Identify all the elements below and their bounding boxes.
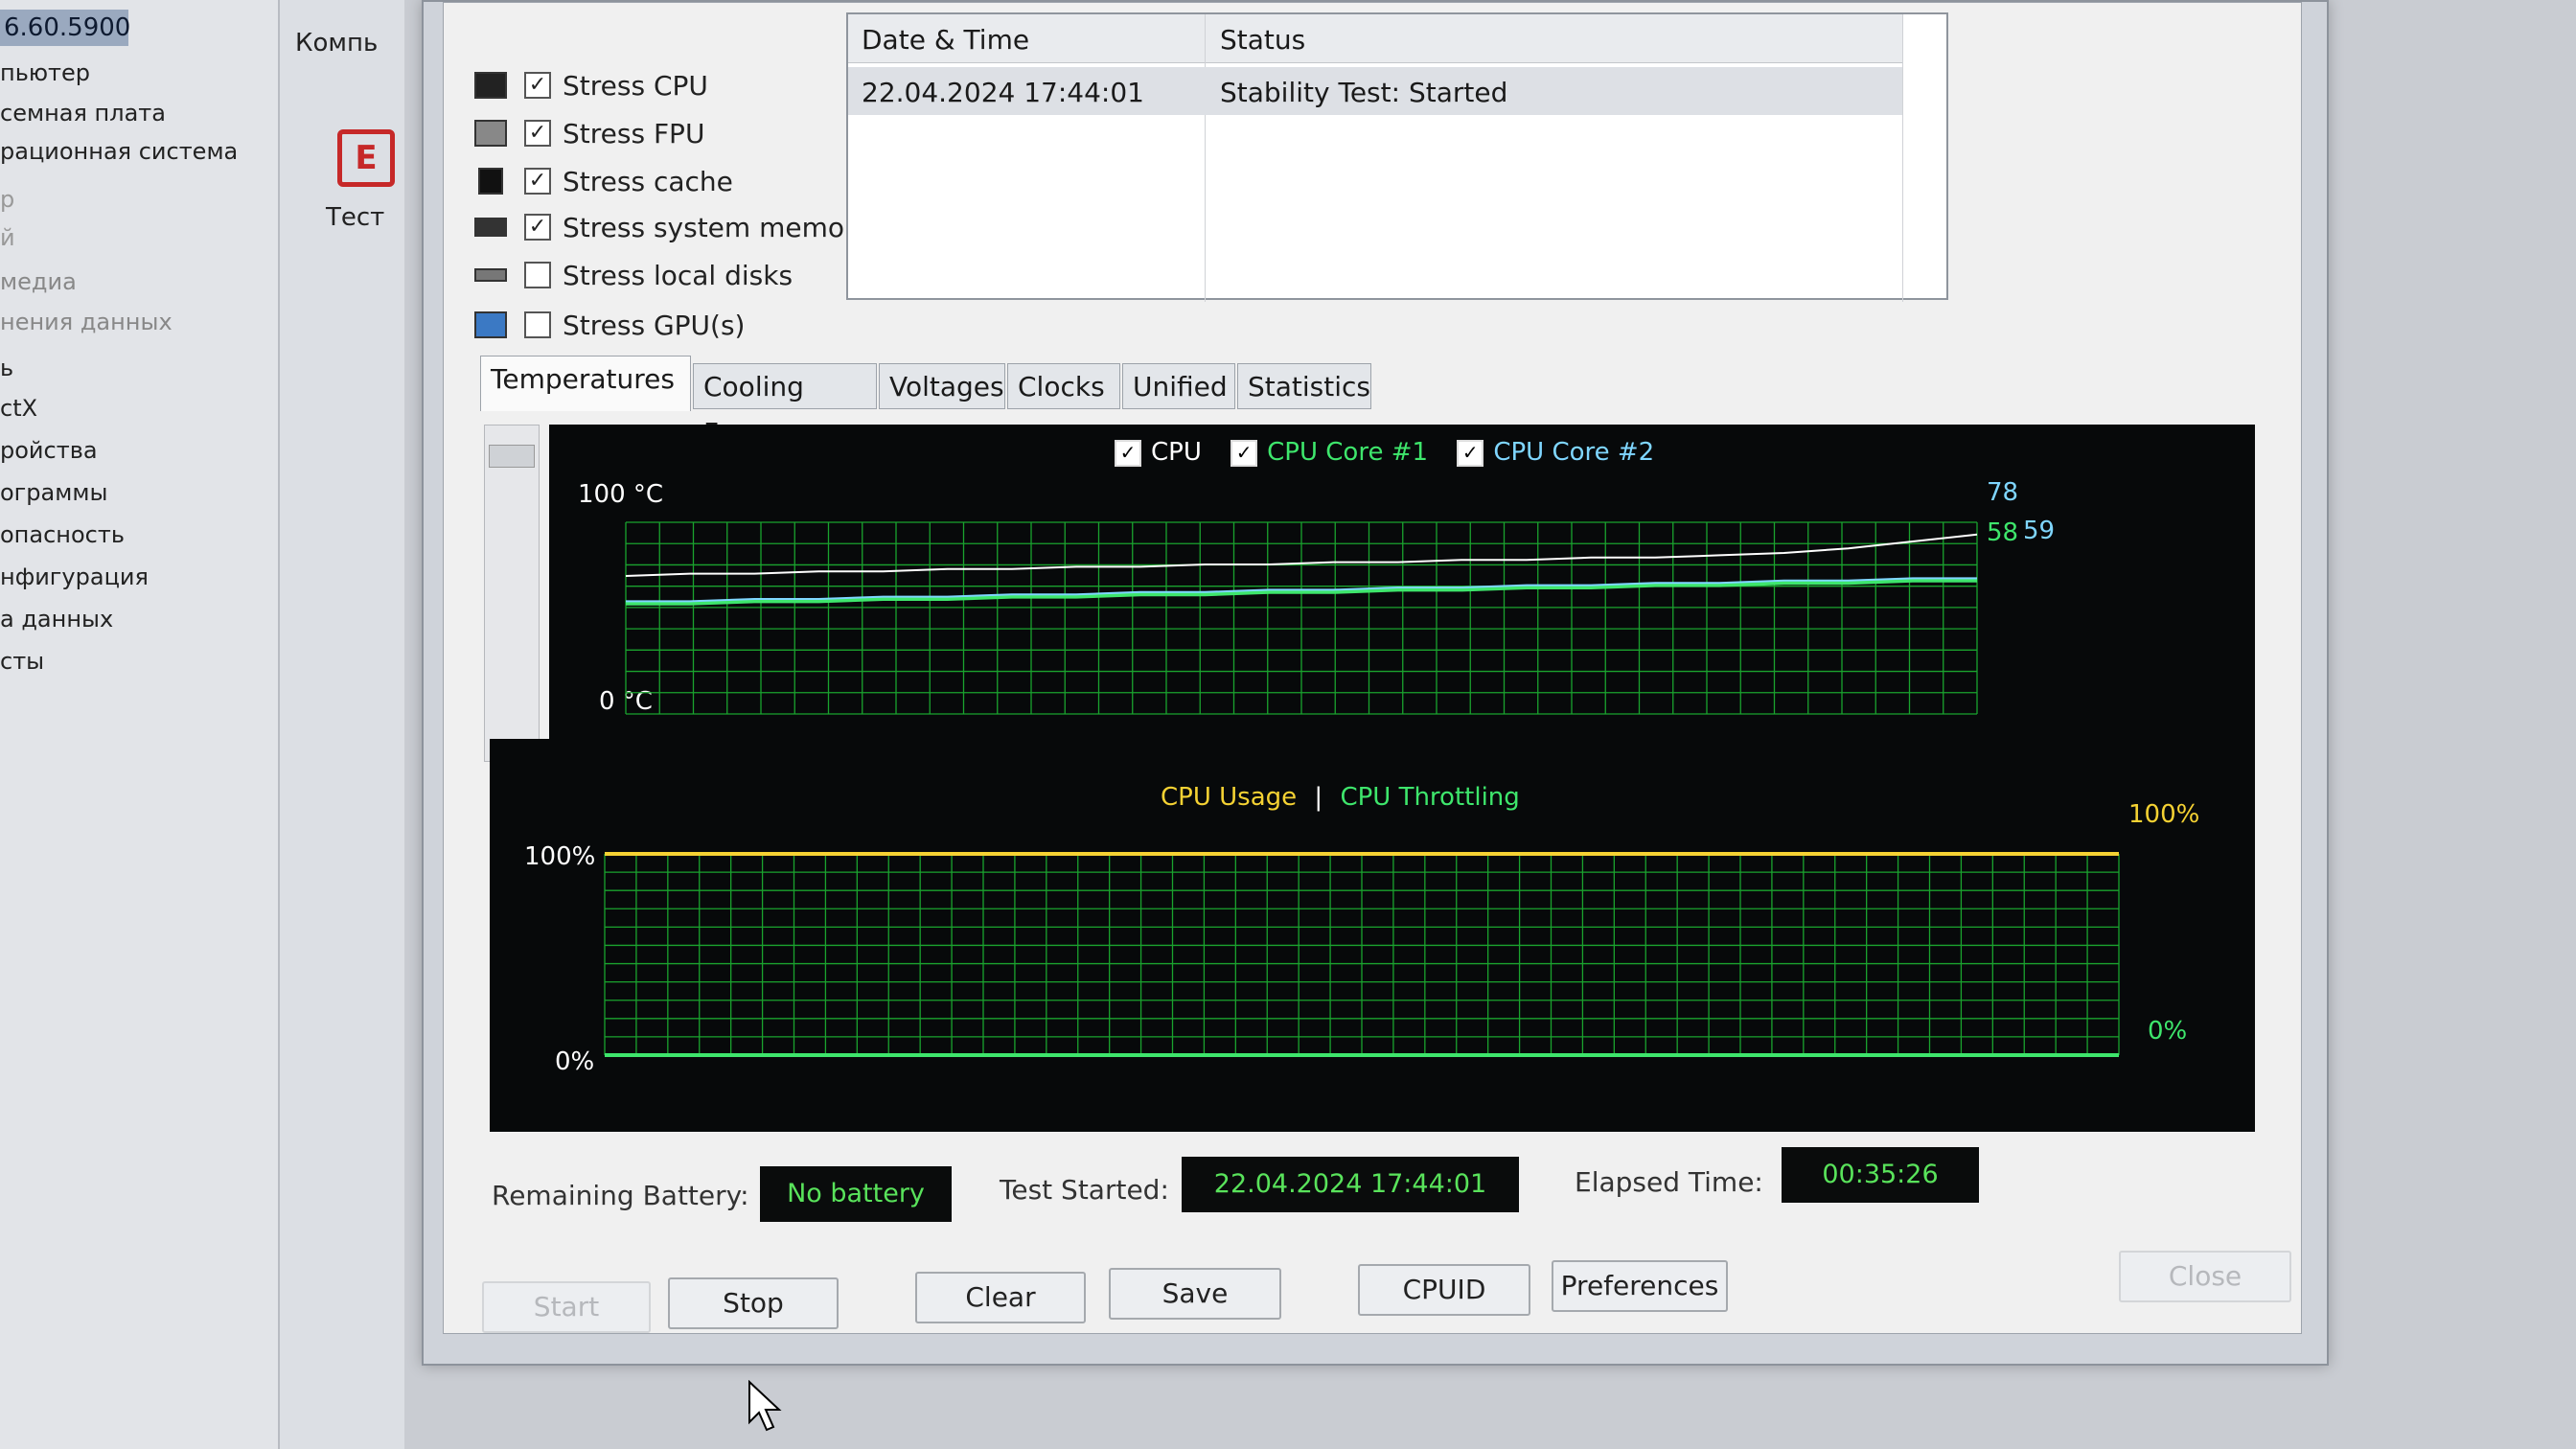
save-button[interactable]: Save bbox=[1109, 1268, 1281, 1320]
nav-item[interactable]: р bbox=[0, 186, 14, 213]
stress-cache-label: Stress cache bbox=[563, 165, 733, 197]
elapsed-time-value: 00:35:26 bbox=[1782, 1147, 1979, 1203]
log-cell-status: Stability Test: Started bbox=[1220, 77, 1508, 108]
stress-gpu-option[interactable]: Stress GPU(s) bbox=[474, 304, 745, 346]
temperature-graph: ✓ CPU ✓ CPU Core #1 ✓ CPU Core #2 100 °C 0 … bbox=[549, 425, 2255, 770]
version-badge: 6.60.5900 bbox=[0, 10, 130, 46]
nav-item[interactable]: сты bbox=[0, 648, 44, 675]
column-header-datetime[interactable]: Date & Time bbox=[862, 24, 1029, 56]
test-started-label: Test Started: bbox=[1000, 1174, 1169, 1206]
nav-item[interactable]: нения данных bbox=[0, 309, 172, 335]
elapsed-time-label: Elapsed Time: bbox=[1575, 1166, 1763, 1198]
fpu-icon bbox=[474, 120, 507, 147]
tab-temperatures[interactable]: Temperatures bbox=[480, 356, 691, 411]
stress-memory-label: Stress system memory bbox=[563, 211, 872, 243]
stress-fpu-option[interactable]: ✓ Stress FPU bbox=[474, 112, 704, 154]
tab-unified[interactable]: Unified bbox=[1122, 363, 1235, 409]
nav-item[interactable]: медиа bbox=[0, 268, 77, 295]
tab-cooling-fans[interactable]: Cooling Fans bbox=[693, 363, 877, 448]
event-log-table[interactable]: Date & Time Status 22.04.2024 17:44:01 S… bbox=[846, 12, 1948, 302]
stress-cpu-label: Stress CPU bbox=[563, 69, 708, 102]
nav-item[interactable]: ctX bbox=[0, 395, 37, 422]
scrollbar-thumb[interactable] bbox=[489, 445, 535, 468]
table-row[interactable]: 22.04.2024 17:44:01 Stability Test: Star… bbox=[848, 67, 1902, 115]
nav-item[interactable]: нфигурация bbox=[0, 564, 149, 590]
cpu-usage-plot bbox=[604, 852, 2120, 1057]
nav-item[interactable]: рационная система bbox=[0, 138, 238, 165]
log-cell-datetime: 22.04.2024 17:44:01 bbox=[862, 77, 1144, 108]
column-header-status[interactable]: Status bbox=[1220, 24, 1305, 56]
nav-item[interactable]: семная плата bbox=[0, 100, 166, 126]
nav-item[interactable]: опасность bbox=[0, 521, 125, 548]
temperature-plot bbox=[625, 521, 1978, 715]
column-divider bbox=[1902, 14, 1903, 302]
graph-scrollbar[interactable] bbox=[484, 425, 540, 762]
tab-clocks[interactable]: Clocks bbox=[1007, 363, 1120, 409]
stress-memory-checkbox[interactable]: ✓ bbox=[524, 214, 551, 241]
mouse-cursor-icon bbox=[748, 1380, 782, 1432]
log-header: Date & Time Status bbox=[848, 14, 1902, 63]
test-started-value: 22.04.2024 17:44:01 bbox=[1182, 1157, 1519, 1212]
side-column: Компь E Тест bbox=[280, 0, 404, 1449]
tab-voltages[interactable]: Voltages bbox=[879, 363, 1005, 409]
stress-disks-option[interactable]: Stress local disks bbox=[474, 254, 793, 296]
stress-disks-label: Stress local disks bbox=[563, 259, 794, 291]
nav-item[interactable]: а данных bbox=[0, 606, 113, 632]
usage-end-bottom: 0% bbox=[2148, 1017, 2188, 1046]
cpu-chip-icon bbox=[474, 72, 507, 99]
stress-fpu-label: Stress FPU bbox=[563, 117, 705, 150]
memory-icon bbox=[474, 218, 507, 237]
preferences-button[interactable]: Preferences bbox=[1552, 1260, 1728, 1312]
end-value-core2: 59 bbox=[2023, 517, 2056, 545]
stop-button[interactable]: Stop bbox=[668, 1277, 839, 1329]
stress-cpu-option[interactable]: ✓ Stress CPU bbox=[474, 64, 708, 106]
usage-end-top: 100% bbox=[2128, 800, 2200, 829]
nav-item[interactable]: пьютер bbox=[0, 59, 90, 86]
column-divider bbox=[1205, 14, 1206, 302]
side-label-test[interactable]: Тест bbox=[326, 203, 384, 232]
cache-icon bbox=[478, 168, 503, 195]
tab-statistics[interactable]: Statistics bbox=[1237, 363, 1371, 409]
stress-gpu-checkbox[interactable] bbox=[524, 311, 551, 338]
stability-test-icon[interactable]: E bbox=[337, 129, 395, 187]
navigation-tree: 6.60.5900 пьютер семная плата рационная … bbox=[0, 0, 280, 1449]
nav-item[interactable]: ограммы bbox=[0, 479, 107, 506]
cpu-usage-graph: CPU Usage | CPU Throttling 100% 0% 100% … bbox=[490, 739, 2255, 1132]
side-label: Компь bbox=[295, 29, 379, 58]
disk-icon bbox=[474, 268, 507, 282]
stress-cpu-checkbox[interactable]: ✓ bbox=[524, 72, 551, 99]
end-value-cpu: 78 bbox=[1987, 478, 2019, 507]
start-button[interactable]: Start bbox=[482, 1281, 651, 1333]
monitor-icon bbox=[474, 311, 507, 338]
system-stability-test-window: ✓ Stress CPU ✓ Stress FPU ✓ Stress cache… bbox=[422, 0, 2329, 1366]
remaining-battery-value: No battery bbox=[760, 1166, 952, 1222]
stress-memory-option[interactable]: ✓ Stress system memory bbox=[474, 206, 871, 248]
cpuid-button[interactable]: CPUID bbox=[1358, 1264, 1530, 1316]
dialog-body: ✓ Stress CPU ✓ Stress FPU ✓ Stress cache… bbox=[443, 2, 2302, 1334]
stress-cache-option[interactable]: ✓ Stress cache bbox=[474, 160, 733, 202]
nav-item[interactable]: ь bbox=[0, 355, 13, 381]
remaining-battery-label: Remaining Battery: bbox=[492, 1180, 749, 1211]
stress-fpu-checkbox[interactable]: ✓ bbox=[524, 120, 551, 147]
nav-item[interactable]: ройства bbox=[0, 437, 98, 464]
stress-cache-checkbox[interactable]: ✓ bbox=[524, 168, 551, 195]
close-button[interactable]: Close bbox=[2119, 1251, 2291, 1302]
stress-disks-checkbox[interactable] bbox=[524, 262, 551, 288]
clear-button[interactable]: Clear bbox=[915, 1272, 1086, 1323]
nav-item[interactable]: й bbox=[0, 224, 15, 251]
end-value-core1: 58 bbox=[1987, 518, 2019, 547]
stress-gpu-label: Stress GPU(s) bbox=[563, 309, 746, 341]
